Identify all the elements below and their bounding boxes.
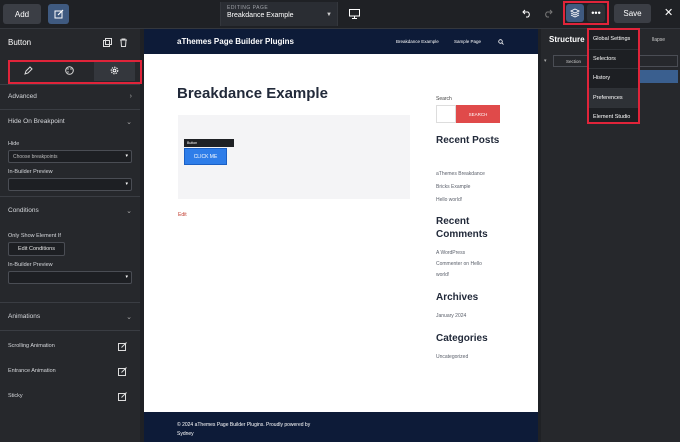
entrance-animation-label: Entrance Animation [8,368,56,374]
mini-toolbar-label: Button [187,141,198,145]
undo-icon[interactable] [522,8,532,18]
page-title: Breakdance Example [177,85,328,102]
sticky-label: Sticky [8,393,23,399]
desktop-preview-button[interactable] [345,5,363,23]
add-button[interactable]: Add [3,4,41,24]
scrolling-animation-label: Scrolling Animation [8,343,55,349]
entrance-animation-row[interactable]: Entrance Animation [0,360,140,385]
section-animations-label: Animations [8,313,41,320]
search-input[interactable] [436,105,456,123]
trash-icon[interactable] [119,38,128,47]
edit-mode-button[interactable] [48,4,69,24]
archive-item[interactable]: January 2024 [436,311,466,321]
recent-comment-line[interactable]: Commenter on Hello [436,259,482,269]
breakpoints-select[interactable]: Choose breakpoints ▾ [8,150,132,163]
click-me-button[interactable]: CLICK ME [184,148,227,165]
menu-item-element-studio[interactable]: Element Studio [589,108,638,128]
footer-text: © 2024 aThemes Page Builder Plugins. Pro… [177,421,310,439]
editing-page-selector[interactable]: EDITING PAGE Breakdance Example ▼ [220,2,338,26]
search-button[interactable]: SEARCH [456,105,500,123]
search-label: Search [436,96,452,102]
redo-icon[interactable] [543,8,553,18]
highlight-tabs [8,60,142,84]
edit-icon[interactable] [118,367,127,376]
site-title[interactable]: aThemes Page Builder Plugins [177,37,294,46]
caret-down-icon: ▾ [125,181,128,187]
tree-section-label: Section [566,59,582,64]
recent-post-item[interactable]: Hello world! [436,195,462,205]
in-builder-preview-select-2[interactable]: ▾ [8,271,132,284]
chevron-right-icon: › [129,93,132,100]
recent-post-item[interactable]: aThemes Breakdance [436,169,485,179]
element-settings-panel: Button Advanced › Hide On Breakpoint ⌄ H… [0,29,142,442]
section-advanced[interactable]: Advanced › [0,85,140,110]
panel-header: Button [0,29,140,57]
element-mini-toolbar[interactable]: Button [184,139,234,147]
site-footer: © 2024 aThemes Page Builder Plugins. Pro… [144,412,538,442]
sticky-row[interactable]: Sticky [0,385,140,410]
category-item[interactable]: Uncategorized [436,352,468,362]
conditions-settings: Only Show Element If Edit Conditions In-… [0,225,140,303]
edit-icon[interactable] [118,392,127,401]
recent-comments-heading: Recent Comments [436,216,488,240]
collapse-link[interactable]: llapse [652,37,665,43]
hide-settings: Hide Choose breakpoints ▾ In-Builder Pre… [0,135,140,197]
recent-comment-line[interactable]: A WordPress [436,248,465,258]
section-conditions-label: Conditions [8,207,39,214]
chevron-down-icon: ⌄ [126,208,132,215]
in-builder-preview-label-2: In-Builder Preview [8,262,53,268]
chevron-down-icon: ⌄ [126,314,132,321]
page-canvas: aThemes Page Builder Plugins Breakdance … [144,29,538,442]
edit-icon[interactable] [118,342,127,351]
save-button[interactable]: Save [614,4,651,23]
top-toolbar: Add EDITING PAGE Breakdance Example ▼ ••… [0,0,680,29]
footer-line-2: Sydney [177,431,194,437]
recent-comment-line[interactable]: world! [436,270,449,280]
only-show-label: Only Show Element If [8,233,61,239]
caret-down-icon: ▾ [125,153,128,159]
section-hide-on-breakpoint[interactable]: Hide On Breakpoint ⌄ [0,110,140,135]
section-animations[interactable]: Animations ⌄ [0,303,140,331]
panel-tabs [0,57,142,85]
section-advanced-label: Advanced [8,93,37,100]
menu-item-selectors[interactable]: Selectors [589,50,638,69]
pencil-square-icon [54,9,63,19]
recent-post-item[interactable]: Bricks Example [436,182,470,192]
close-icon[interactable]: ✕ [664,6,673,19]
more-options-menu: Global Settings Selectors History Prefer… [587,28,640,124]
scrolling-animation-row[interactable]: Scrolling Animation [0,335,140,360]
monitor-icon [348,9,360,19]
nav-link-sample-page[interactable]: Sample Page [454,39,481,44]
section-hide-label: Hide On Breakpoint [8,118,65,125]
chevron-down-icon[interactable]: ▾ [544,58,547,64]
recent-posts-heading: Recent Posts [436,135,500,146]
search-icon[interactable] [498,39,504,45]
chevron-down-icon: ⌄ [126,119,132,126]
structure-title: Structure [549,35,585,44]
caret-down-icon: ▾ [125,274,128,280]
animations-settings: Scrolling Animation Entrance Animation S… [0,331,140,410]
in-builder-preview-label: In-Builder Preview [8,169,53,175]
categories-heading: Categories [436,333,488,344]
archives-heading: Archives [436,292,479,303]
in-builder-preview-select[interactable]: ▾ [8,178,132,191]
site-header: aThemes Page Builder Plugins Breakdance … [144,29,538,54]
menu-item-history[interactable]: History [589,69,638,89]
breakpoints-placeholder: Choose breakpoints [13,154,58,160]
panel-title: Button [8,38,32,47]
highlight-topbar-icons [563,1,609,25]
edit-conditions-button[interactable]: Edit Conditions [8,242,65,256]
section-conditions[interactable]: Conditions ⌄ [0,197,140,225]
editing-page-value: Breakdance Example [227,12,294,19]
duplicate-icon[interactable] [103,38,112,47]
hide-label: Hide [8,141,20,147]
footer-line-1: © 2024 aThemes Page Builder Plugins. Pro… [177,422,311,428]
chevron-down-icon: ▼ [326,12,332,18]
nav-link-breakdance[interactable]: Breakdance Example [396,39,439,44]
menu-item-preferences[interactable]: Preferences [589,88,638,108]
edit-link[interactable]: Edit [178,212,187,218]
menu-item-global-settings[interactable]: Global Settings [589,30,638,50]
editing-page-label: EDITING PAGE [227,5,269,11]
